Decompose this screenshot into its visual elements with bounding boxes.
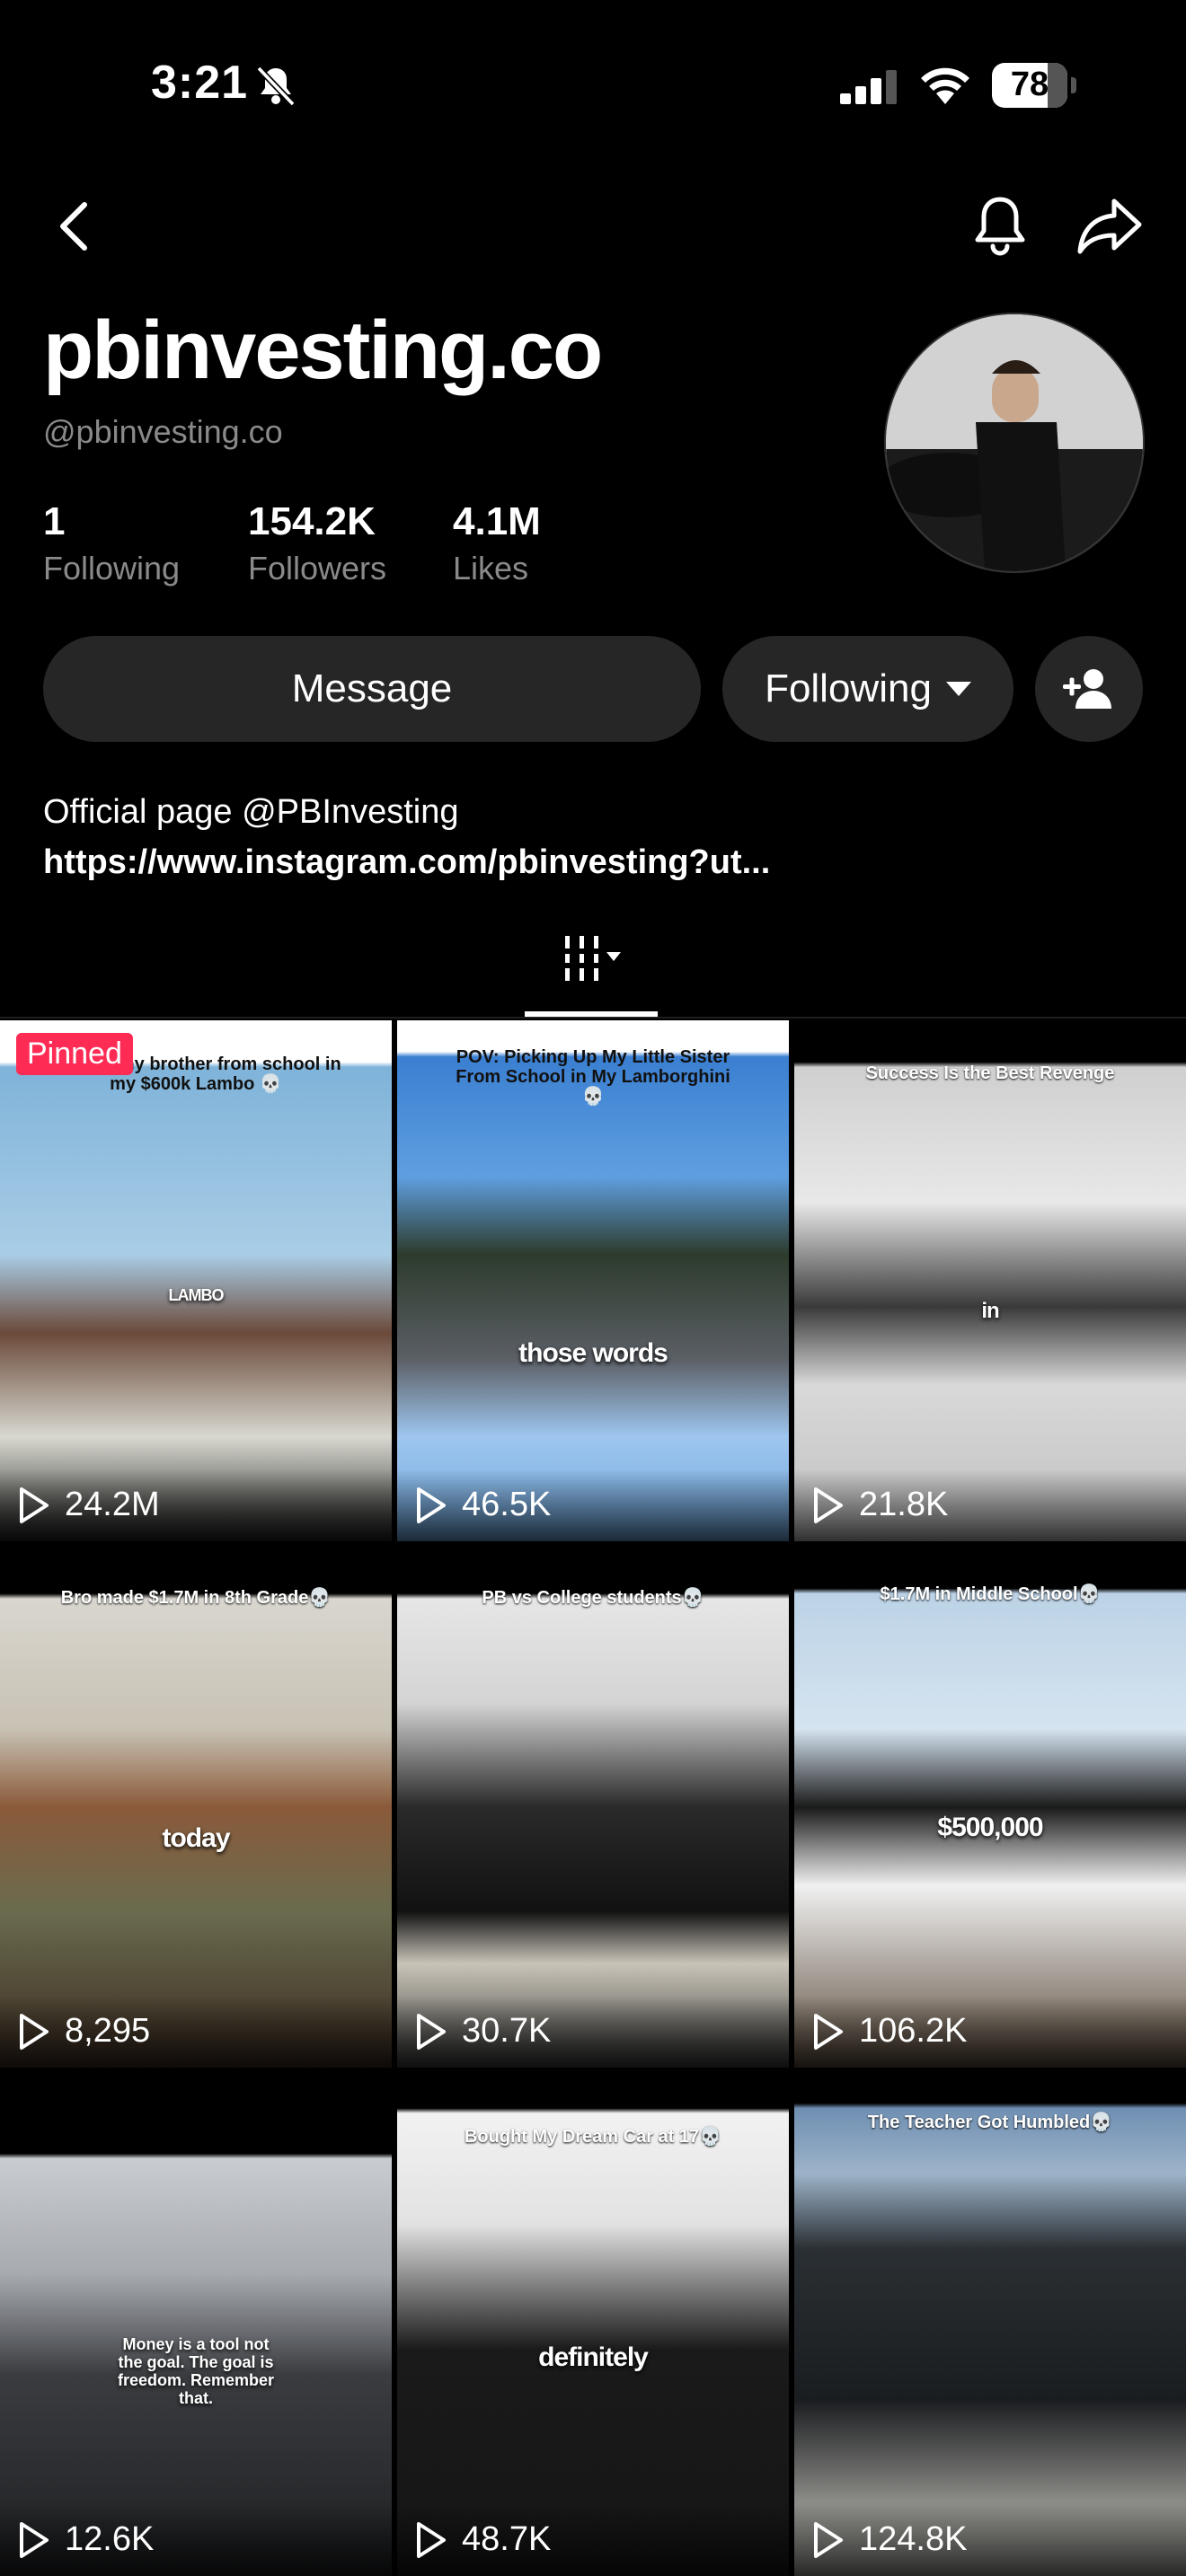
play-icon: [417, 2014, 446, 2050]
bio-mention[interactable]: @PBInvesting: [242, 793, 458, 831]
back-arrow-icon[interactable]: [54, 199, 93, 253]
play-icon: [20, 2014, 49, 2050]
silent-bell-icon: [256, 66, 296, 107]
stat-label: Likes: [453, 550, 529, 587]
following-button-label: Following: [765, 666, 932, 710]
message-button-label: Message: [291, 666, 453, 710]
video-thumbnail: [397, 1547, 789, 2068]
video-caption: The Teacher Got Humbled💀: [867, 2113, 1113, 2132]
wifi-icon: [921, 67, 969, 104]
profile-username: pbinvesting.co: [43, 304, 603, 396]
status-bar: 3:21 78: [0, 0, 1186, 180]
video-caption: Success Is the Best Revenge: [865, 1063, 1115, 1083]
profile-bio: Official page @PBInvesting https://www.i…: [43, 787, 770, 887]
play-icon: [417, 2522, 446, 2558]
video-views: 8,295: [0, 1996, 392, 2068]
bio-line-1: Official page @PBInvesting: [43, 787, 770, 837]
video-caption: POV: Picking Up My Little Sister From Sc…: [456, 1047, 730, 1107]
video-tile[interactable]: Bro made $1.7M in 8th Grade💀 today 8,295: [0, 1547, 392, 2068]
video-thumbnail: [794, 1547, 1186, 2068]
video-overlay-text: today: [162, 1823, 230, 1853]
video-tile[interactable]: Bought My Dream Car at 17💀 definitely 48…: [397, 2073, 789, 2576]
video-thumbnail: [794, 1020, 1186, 1541]
video-tile[interactable]: picking my brother from school in my $60…: [0, 1020, 392, 1541]
video-overlay-text: $500,000: [937, 1813, 1043, 1842]
video-views: 24.2M: [0, 1469, 392, 1541]
stat-label: Followers: [248, 550, 387, 587]
video-thumbnail: [0, 2073, 392, 2576]
video-tile[interactable]: POV: Picking Up My Little Sister From Sc…: [397, 1020, 789, 1541]
following-button[interactable]: Following: [722, 636, 1013, 742]
video-views: 30.7K: [397, 1996, 789, 2068]
profile-handle: @pbinvesting.co: [43, 413, 283, 450]
video-tile[interactable]: $1.7M in Middle School💀 $500,000 106.2K: [794, 1547, 1186, 2068]
stat-value: 4.1M: [453, 499, 541, 543]
video-tile[interactable]: PB vs College students💀 30.7K: [397, 1547, 789, 2068]
stat-value: 154.2K: [248, 499, 376, 543]
view-count: 12.6K: [65, 2520, 155, 2558]
video-thumbnail: [397, 2073, 789, 2576]
view-count: 46.5K: [462, 1486, 552, 1523]
video-views: 48.7K: [397, 2504, 789, 2576]
video-overlay-text: LAMBO: [168, 1286, 225, 1304]
notification-bell-icon[interactable]: [970, 194, 1030, 257]
video-tile[interactable]: Money is a tool not the goal. The goal i…: [0, 2073, 392, 2576]
view-count: 48.7K: [462, 2520, 552, 2558]
play-icon: [814, 1487, 843, 1523]
stat-label: Following: [43, 550, 181, 587]
video-thumbnail: [0, 1547, 392, 2068]
pinned-badge: Pinned: [16, 1033, 133, 1075]
battery-percent: 78: [1010, 66, 1049, 103]
video-caption: PB vs College students💀: [482, 1588, 704, 1608]
video-tile[interactable]: The Teacher Got Humbled💀 124.8K: [794, 2073, 1186, 2576]
avatar-photo: [886, 314, 1143, 571]
stat-following[interactable]: 1 Following: [43, 499, 180, 587]
profile-avatar[interactable]: [884, 313, 1145, 573]
videos-grid-icon: [565, 936, 621, 981]
video-overlay-text: definitely: [538, 2342, 649, 2372]
view-count: 106.2K: [859, 2012, 968, 2050]
chevron-down-icon: [945, 682, 971, 696]
video-views: 12.6K: [0, 2504, 392, 2576]
video-overlay-text: Money is a tool not the goal. The goal i…: [117, 2335, 275, 2407]
video-caption: Bought My Dream Car at 17💀: [464, 2127, 722, 2147]
add-friend-button[interactable]: [1035, 636, 1143, 742]
video-thumbnail: [0, 1020, 392, 1541]
stat-followers[interactable]: 154.2K Followers: [248, 499, 386, 587]
message-button[interactable]: Message: [43, 636, 701, 742]
view-count: 8,295: [65, 2012, 151, 2050]
play-icon: [20, 1487, 49, 1523]
video-caption: Bro made $1.7M in 8th Grade💀: [60, 1588, 332, 1608]
view-count: 24.2M: [65, 1486, 160, 1523]
video-caption: $1.7M in Middle School💀: [880, 1584, 1101, 1604]
view-count: 124.8K: [859, 2520, 968, 2558]
add-user-icon: [1063, 669, 1111, 709]
video-views: 46.5K: [397, 1469, 789, 1541]
stat-likes: 4.1M Likes: [453, 499, 541, 587]
share-arrow-icon[interactable]: [1076, 196, 1145, 255]
video-views: 21.8K: [794, 1469, 1186, 1541]
play-icon: [814, 2522, 843, 2558]
divider: [0, 1017, 1186, 1019]
stat-value: 1: [43, 499, 66, 543]
video-views: 124.8K: [794, 2504, 1186, 2576]
tab-videos[interactable]: [521, 932, 656, 1011]
play-icon: [20, 2522, 49, 2558]
view-count: 30.7K: [462, 2012, 552, 2050]
bio-link[interactable]: https://www.instagram.com/pbinvesting?ut…: [43, 837, 770, 887]
status-time: 3:21: [151, 57, 249, 109]
battery-icon: 78: [992, 63, 1076, 108]
play-icon: [814, 2014, 843, 2050]
bio-text: Official page: [43, 793, 243, 831]
video-thumbnail: [794, 2073, 1186, 2576]
video-overlay-text: in: [981, 1299, 999, 1323]
video-overlay-text: those words: [518, 1338, 668, 1368]
view-count: 21.8K: [859, 1486, 949, 1523]
video-views: 106.2K: [794, 1996, 1186, 2068]
cellular-signal-icon: [840, 70, 897, 104]
play-icon: [417, 1487, 446, 1523]
video-tile[interactable]: Success Is the Best Revenge in 21.8K: [794, 1020, 1186, 1541]
